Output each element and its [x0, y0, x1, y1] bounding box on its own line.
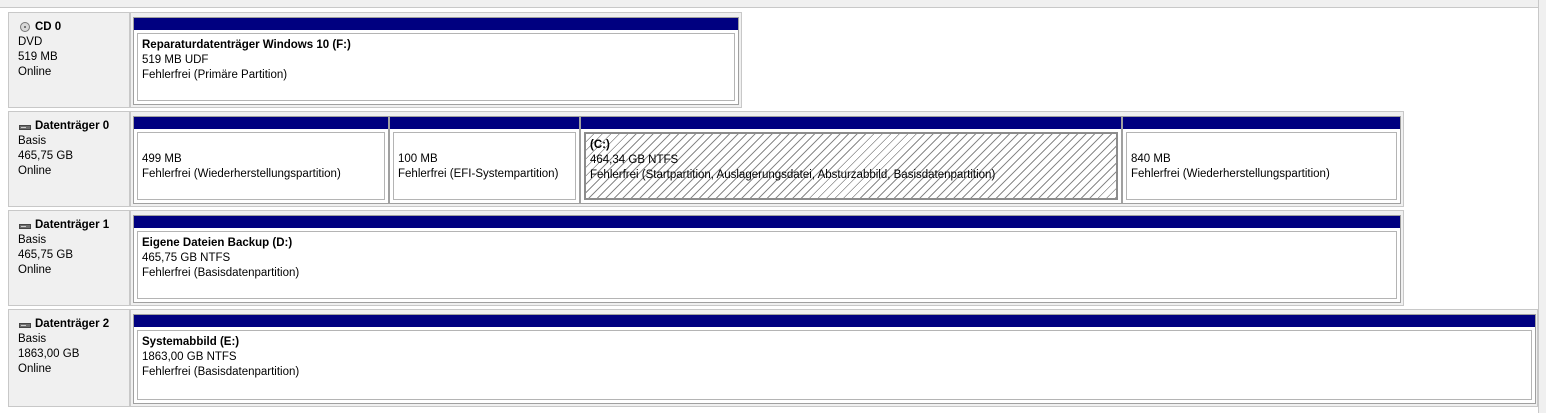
partition-size: 519 MB UDF: [142, 54, 209, 66]
partition-status: Fehlerfrei (Basisdatenpartition): [142, 267, 300, 279]
disk-volumes-disk1: Eigene Dateien Backup (D:) 465,75 GB NTF…: [130, 210, 1404, 306]
disk-type: Basis: [18, 234, 47, 246]
hard-disk-icon: [18, 319, 32, 331]
partition-color-bar: [581, 117, 1121, 129]
partition-recovery-1[interactable]: 499 MB Fehlerfrei (Wiederherstellungspar…: [133, 116, 389, 204]
partition-body[interactable]: Reparaturdatenträger Windows 10 (F:) 519…: [137, 33, 735, 101]
partition-color-bar: [134, 315, 1535, 327]
partition-name: (C:): [590, 139, 610, 151]
partition-status: Fehlerfrei (Wiederherstellungspartition): [142, 168, 341, 180]
partition-status: Fehlerfrei (Wiederherstellungspartition): [1131, 168, 1330, 180]
partition-body-selected[interactable]: (C:) 464,34 GB NTFS Fehlerfrei (Startpar…: [584, 132, 1118, 200]
partition-f[interactable]: Reparaturdatenträger Windows 10 (F:) 519…: [133, 17, 739, 105]
partition-status: Fehlerfrei (Basisdatenpartition): [142, 366, 300, 378]
partition-body[interactable]: 100 MB Fehlerfrei (EFI-Systempartition): [393, 132, 576, 200]
disk-type: Basis: [18, 135, 47, 147]
partition-efi[interactable]: 100 MB Fehlerfrei (EFI-Systempartition): [389, 116, 580, 204]
partition-d[interactable]: Eigene Dateien Backup (D:) 465,75 GB NTF…: [133, 215, 1401, 303]
hard-disk-icon: [18, 220, 32, 232]
partition-body[interactable]: 499 MB Fehlerfrei (Wiederherstellungspar…: [137, 132, 385, 200]
partition-e[interactable]: Systemabbild (E:) 1863,00 GB NTFS Fehler…: [133, 314, 1536, 404]
disk-name: Datenträger 0: [35, 120, 110, 132]
partition-size: 100 MB: [398, 153, 438, 165]
disk-name: Datenträger 2: [35, 318, 110, 330]
partition-body[interactable]: Systemabbild (E:) 1863,00 GB NTFS Fehler…: [137, 330, 1532, 400]
disk-status: Online: [18, 165, 52, 177]
partition-size: 1863,00 GB NTFS: [142, 351, 237, 363]
vertical-scrollbar-edge[interactable]: [1538, 0, 1546, 413]
partition-size: 465,75 GB NTFS: [142, 252, 231, 264]
disk-size: 519 MB: [18, 51, 58, 63]
partition-color-bar: [134, 117, 388, 129]
disk-size: 465,75 GB: [18, 249, 73, 261]
hard-disk-icon: [18, 121, 32, 133]
partition-name: Systemabbild (E:): [142, 336, 240, 348]
disk-label-cd0[interactable]: CD 0 DVD 519 MB Online: [8, 12, 130, 108]
partition-status: Fehlerfrei (EFI-Systempartition): [398, 168, 559, 180]
partition-body[interactable]: 840 MB Fehlerfrei (Wiederherstellungspar…: [1126, 132, 1397, 200]
partition-name: Eigene Dateien Backup (D:): [142, 237, 293, 249]
partition-recovery-2[interactable]: 840 MB Fehlerfrei (Wiederherstellungspar…: [1122, 116, 1401, 204]
partition-size: 840 MB: [1131, 153, 1171, 165]
disk-status: Online: [18, 363, 52, 375]
disk-type: Basis: [18, 333, 47, 345]
disk-name: Datenträger 1: [35, 219, 110, 231]
disk-status: Online: [18, 66, 52, 78]
disk-volumes-cd0: Reparaturdatenträger Windows 10 (F:) 519…: [130, 12, 742, 108]
disk-name: CD 0: [35, 21, 62, 33]
top-pane-edge: [0, 0, 1546, 8]
partition-color-bar: [390, 117, 579, 129]
disk-volumes-disk2: Systemabbild (E:) 1863,00 GB NTFS Fehler…: [130, 309, 1538, 407]
cd-icon: [18, 21, 32, 34]
disk-label-disk2[interactable]: Datenträger 2 Basis 1863,00 GB Online: [8, 309, 130, 407]
partition-body[interactable]: Eigene Dateien Backup (D:) 465,75 GB NTF…: [137, 231, 1397, 299]
disk-status: Online: [18, 264, 52, 276]
disk-type: DVD: [18, 36, 43, 48]
partition-c[interactable]: (C:) 464,34 GB NTFS Fehlerfrei (Startpar…: [580, 116, 1122, 204]
disk-size: 465,75 GB: [18, 150, 73, 162]
partition-color-bar: [134, 18, 738, 30]
partition-status: Fehlerfrei (Startpartition, Auslagerungs…: [590, 169, 996, 181]
partition-size: 499 MB: [142, 153, 182, 165]
disk-size: 1863,00 GB: [18, 348, 80, 360]
disk-label-disk0[interactable]: Datenträger 0 Basis 465,75 GB Online: [8, 111, 130, 207]
partition-status: Fehlerfrei (Primäre Partition): [142, 69, 288, 81]
disk-volumes-disk0: 499 MB Fehlerfrei (Wiederherstellungspar…: [130, 111, 1404, 207]
disk-label-disk1[interactable]: Datenträger 1 Basis 465,75 GB Online: [8, 210, 130, 306]
partition-color-bar: [1123, 117, 1400, 129]
partition-color-bar: [134, 216, 1400, 228]
partition-name: Reparaturdatenträger Windows 10 (F:): [142, 39, 351, 51]
partition-size: 464,34 GB NTFS: [590, 154, 679, 166]
